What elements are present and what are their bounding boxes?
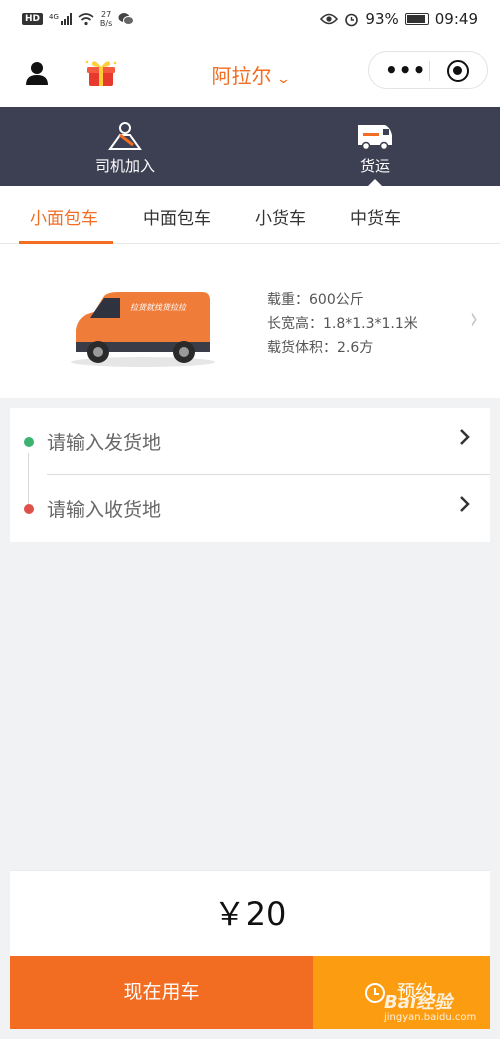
- signal-icon: 4G: [49, 13, 72, 25]
- battery-percent: 93%: [365, 10, 399, 28]
- mode-bar: 司机加入 货运: [0, 107, 500, 186]
- chevron-right-icon: [460, 496, 470, 512]
- mode-driver-join[interactable]: 司机加入: [0, 107, 250, 186]
- van-icon: [358, 125, 392, 151]
- mode-label: 司机加入: [94, 157, 155, 175]
- spec-volume: 载货体积：2.6方: [267, 340, 374, 356]
- chevron-right-icon: [460, 429, 470, 445]
- clock-time: 09:49: [434, 10, 478, 28]
- vehicle-tabs: 小面包车 中面包车 小货车 中货车: [0, 186, 500, 244]
- dropoff-address-row[interactable]: 请输入收货地: [10, 475, 490, 541]
- van-slogan: 拉货就找货拉拉: [130, 303, 187, 312]
- tab-small-van[interactable]: 小面包车: [30, 204, 98, 229]
- tab-medium-van[interactable]: 中面包车: [143, 204, 211, 229]
- close-target-icon[interactable]: [447, 60, 469, 82]
- vehicle-specs: 载重：600公斤 长宽高：1.8*1.3*1.1米 载货体积：2.6方: [267, 288, 418, 360]
- price-panel: ￥20: [10, 870, 490, 956]
- alarm-icon: [345, 13, 359, 26]
- miniprogram-capsule: •••: [368, 51, 488, 89]
- clock-icon: [365, 983, 385, 1003]
- driver-icon: [108, 122, 142, 150]
- tab-medium-truck[interactable]: 中货车: [350, 204, 401, 229]
- mode-label: 货运: [359, 157, 390, 175]
- watermark-url: jingyan.baidu.com: [384, 1012, 477, 1023]
- van-image: 拉货就找货拉拉: [71, 292, 215, 367]
- spec-load: 载重：600公斤: [267, 292, 364, 308]
- more-icon[interactable]: •••: [385, 60, 426, 80]
- chevron-down-icon: ⌄: [275, 72, 291, 87]
- address-card: 请输入发货地 请输入收货地: [10, 408, 490, 542]
- status-bar: HD 4G 27 B/s 93% 09:49: [0, 0, 500, 38]
- dropoff-address-input[interactable]: 请输入收货地: [47, 495, 161, 522]
- hd-indicator: HD: [22, 13, 44, 25]
- pickup-dot-icon: [24, 437, 34, 447]
- tab-small-truck[interactable]: 小货车: [255, 204, 306, 229]
- use-now-button[interactable]: 现在用车: [10, 956, 313, 1029]
- pickup-address-row[interactable]: 请输入发货地: [10, 408, 490, 474]
- city-name: 阿拉尔: [211, 64, 272, 88]
- spec-dimensions: 长宽高：1.8*1.3*1.1米: [267, 316, 418, 332]
- wifi-icon: [78, 12, 94, 25]
- watermark-brand: Bai经验: [384, 992, 453, 1013]
- app-header: 阿拉尔 ⌄ •••: [0, 38, 500, 107]
- pickup-address-input[interactable]: 请输入发货地: [47, 428, 161, 455]
- eye-icon: [320, 13, 339, 25]
- vehicle-card[interactable]: 拉货就找货拉拉 载重：600公斤 长宽高：1.8*1.3*1.1米 载货体积：2…: [0, 244, 500, 398]
- dropoff-dot-icon: [24, 504, 34, 514]
- network-type: 4G: [49, 13, 59, 21]
- baidu-watermark: Bai经验 jingyan.baidu.com: [384, 988, 476, 1023]
- capsule-divider: [429, 61, 430, 81]
- mode-freight[interactable]: 货运: [250, 107, 500, 186]
- price-value: ￥20: [213, 895, 287, 933]
- chevron-right-icon[interactable]: ›: [470, 299, 478, 337]
- battery-icon: [404, 13, 429, 25]
- network-speed: 27 B/s: [99, 10, 113, 28]
- wechat-icon: [118, 13, 135, 25]
